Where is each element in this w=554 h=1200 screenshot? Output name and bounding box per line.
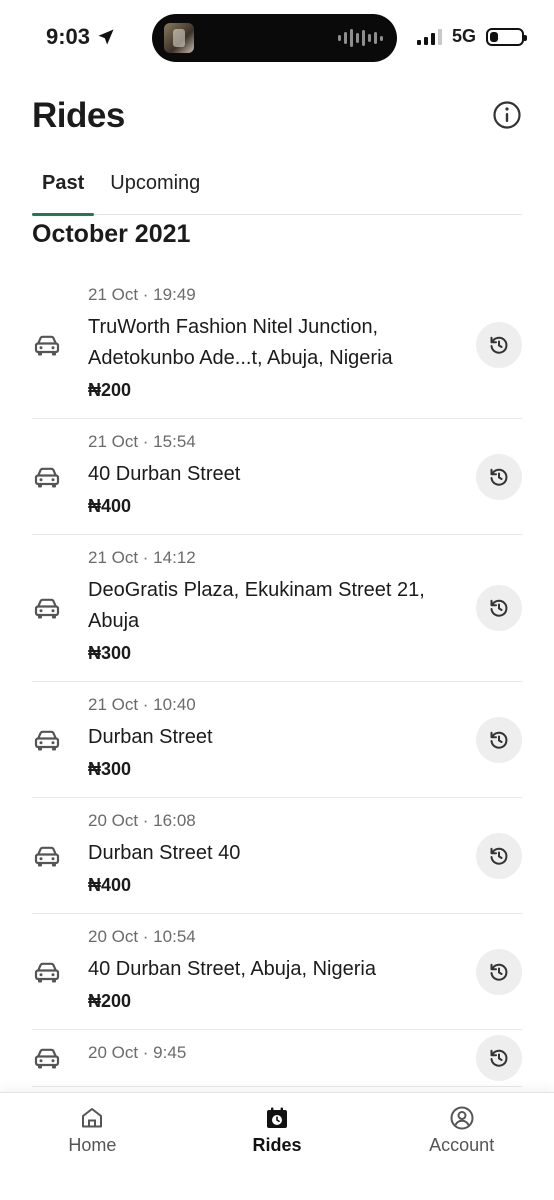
month-heading: October 2021	[32, 220, 191, 248]
cellular-signal-icon	[416, 28, 442, 45]
history-icon	[490, 336, 508, 354]
ride-price: ₦200	[88, 380, 132, 400]
car-icon	[34, 335, 60, 356]
history-icon	[490, 963, 508, 981]
ride-address: 40 Durban Street	[88, 463, 241, 485]
tab-past[interactable]: Past	[32, 160, 95, 216]
ride-price: ₦300	[88, 759, 132, 779]
ride-date: 21 Oct · 15:54	[88, 432, 196, 451]
ride-list-item[interactable]: 20 Oct · 16:08 Durban Street 40 ₦400	[32, 798, 522, 914]
car-icon	[34, 598, 60, 619]
info-icon	[493, 101, 521, 129]
rebook-button[interactable]	[476, 322, 522, 368]
rebook-button[interactable]	[476, 832, 522, 879]
ride-list-item[interactable]: 21 Oct · 19:49 TruWorth Fashion Nitel Ju…	[32, 272, 522, 419]
nav-home[interactable]: Home	[0, 1093, 185, 1200]
ride-list-item[interactable]: 21 Oct · 14:12 DeoGratis Plaza, Ekukinam…	[32, 535, 522, 682]
ride-address: TruWorth Fashion Nitel Junction, Adetoku…	[88, 316, 393, 369]
rebook-button[interactable]	[476, 1035, 522, 1081]
bottom-navigation: Home Rides Account	[0, 1092, 554, 1200]
status-time: 9:03	[46, 24, 116, 50]
ride-address: DeoGratis Plaza, Ekukinam Street 21, Abu…	[88, 579, 425, 632]
dynamic-island[interactable]	[152, 14, 397, 62]
info-button[interactable]	[492, 100, 522, 130]
ride-date: 20 Oct · 9:45	[88, 1043, 187, 1062]
page-title: Rides	[32, 96, 125, 135]
ride-date: 21 Oct · 14:12	[88, 548, 196, 567]
ride-date: 21 Oct · 19:49	[88, 285, 196, 304]
ride-price: ₦400	[88, 496, 132, 516]
audio-waveform-icon	[338, 28, 383, 48]
ride-address: 40 Durban Street, Abuja, Nigeria	[88, 958, 376, 980]
location-arrow-icon	[98, 29, 114, 45]
history-icon	[490, 468, 508, 486]
ride-date: 20 Oct · 16:08	[88, 811, 196, 830]
car-icon	[34, 730, 60, 750]
nav-rides[interactable]: Rides	[185, 1093, 370, 1200]
rebook-button[interactable]	[476, 948, 522, 995]
ride-address: Durban Street 40	[88, 842, 241, 864]
status-bar: 9:03 5G	[0, 0, 554, 76]
history-icon	[490, 847, 508, 865]
ride-price: ₦400	[88, 875, 132, 895]
network-type: 5G	[451, 26, 476, 46]
status-indicators: 5G	[416, 26, 527, 47]
ride-date: 20 Oct · 10:54	[88, 927, 196, 946]
car-icon	[34, 962, 60, 982]
status-time-label: 9:03	[46, 24, 91, 49]
tab-upcoming[interactable]: Upcoming	[100, 160, 210, 215]
rides-calendar-icon	[267, 1107, 287, 1128]
ride-list-item[interactable]: 20 Oct · 10:54 40 Durban Street, Abuja, …	[32, 914, 522, 1030]
ride-date: 21 Oct · 10:40	[88, 695, 196, 714]
ride-list: 21 Oct · 19:49 TruWorth Fashion Nitel Ju…	[32, 272, 522, 1087]
ride-list-item[interactable]: 21 Oct · 10:40 Durban Street ₦300	[32, 682, 522, 798]
rebook-button[interactable]	[476, 453, 522, 500]
history-icon	[490, 1049, 508, 1067]
car-icon	[34, 467, 60, 487]
nav-account-label: Account	[429, 1135, 495, 1155]
ride-price: ₦200	[88, 991, 132, 1011]
ride-address: Durban Street	[88, 726, 213, 748]
nav-account[interactable]: Account	[369, 1093, 554, 1200]
nav-home-label: Home	[68, 1135, 117, 1155]
ride-tabs: Past Upcoming	[32, 160, 522, 216]
nav-rides-label: Rides	[252, 1135, 302, 1155]
car-icon	[34, 846, 60, 866]
car-icon	[34, 1048, 60, 1069]
ride-price: ₦300	[88, 643, 132, 663]
ride-list-item[interactable]: 20 Oct · 9:45	[32, 1030, 522, 1087]
home-icon	[82, 1108, 103, 1128]
rebook-button[interactable]	[476, 585, 522, 631]
account-icon	[450, 1106, 474, 1130]
rebook-button[interactable]	[476, 716, 522, 763]
battery-icon	[486, 27, 527, 46]
now-playing-artwork	[164, 23, 194, 53]
history-icon	[490, 731, 508, 749]
ride-list-item[interactable]: 21 Oct · 15:54 40 Durban Street ₦400	[32, 419, 522, 535]
history-icon	[490, 599, 508, 617]
